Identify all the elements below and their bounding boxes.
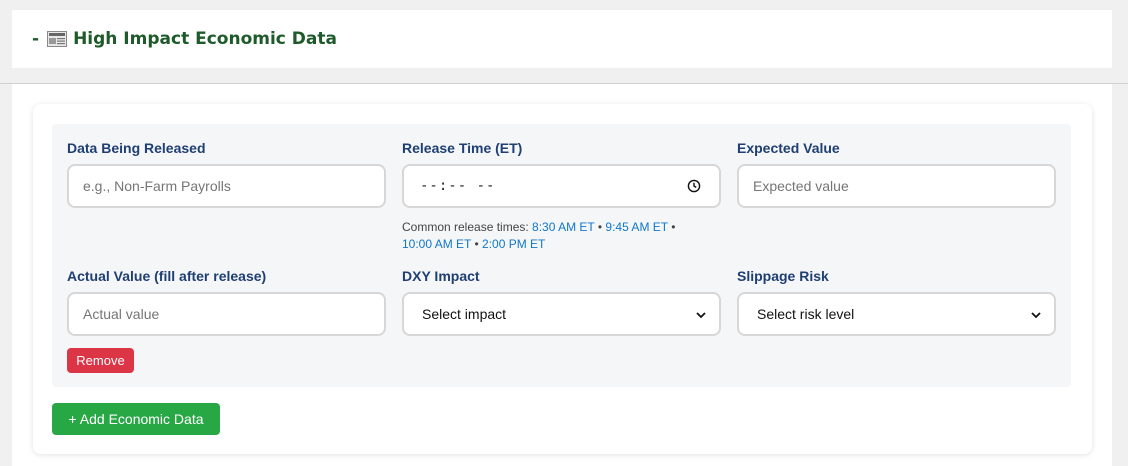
hint-prefix: Common release times: [402,220,533,234]
add-economic-data-button[interactable]: + Add Economic Data [52,403,220,435]
time-option-945[interactable]: 9:45 AM ET [605,220,667,234]
section-title-text: High Impact Economic Data [73,29,337,49]
section-title[interactable]: - High Impact Economic Data [32,29,337,49]
release-time-label: Release Time (ET) [402,140,523,156]
hint-separator: • [471,237,483,251]
chevron-down-icon [696,312,706,319]
actual-value-field[interactable] [67,292,386,336]
chevron-down-icon [1031,312,1041,319]
clock-icon[interactable] [687,179,701,193]
expected-value-input[interactable] [753,178,1040,194]
expected-value-field[interactable] [737,164,1056,208]
expected-value-label: Expected Value [737,140,840,156]
hint-separator: • [667,220,676,234]
time-option-830[interactable]: 8:30 AM ET [532,220,594,234]
dxy-impact-select[interactable]: Select impact [402,292,721,336]
release-time-input[interactable]: --:-- -- [402,164,721,208]
dxy-impact-label: DXY Impact [402,268,480,284]
common-release-times-hint: Common release times: 8:30 AM ET • 9:45 … [402,219,732,253]
data-released-field[interactable] [67,164,386,208]
release-time-value: --:-- -- [420,178,496,194]
section-header[interactable]: - High Impact Economic Data [12,10,1112,68]
hint-separator: • [594,220,606,234]
newspaper-icon [47,31,68,47]
data-released-label: Data Being Released [67,140,206,156]
slippage-risk-label: Slippage Risk [737,268,829,284]
slippage-risk-select[interactable]: Select risk level [737,292,1056,336]
collapse-toggle[interactable]: - [32,29,39,49]
time-option-1000[interactable]: 10:00 AM ET [402,237,471,251]
actual-value-input[interactable] [83,306,370,322]
time-option-1400[interactable]: 2:00 PM ET [482,237,545,251]
slippage-risk-selected: Select risk level [757,306,855,322]
dxy-impact-selected: Select impact [422,306,507,322]
data-released-input[interactable] [83,178,370,194]
remove-button[interactable]: Remove [67,348,134,373]
actual-value-label: Actual Value (fill after release) [67,268,267,284]
